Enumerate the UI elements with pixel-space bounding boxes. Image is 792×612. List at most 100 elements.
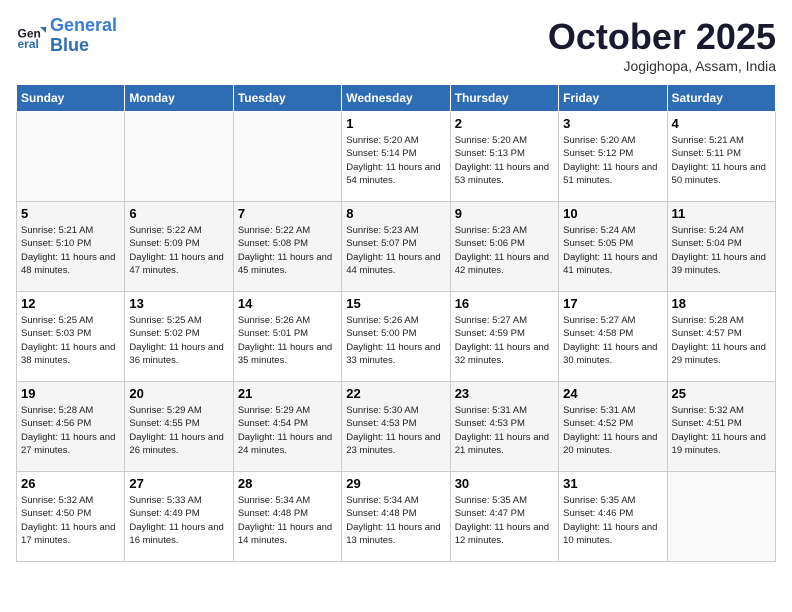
- calendar-cell: 26 Sunrise: 5:32 AMSunset: 4:50 PMDayligh…: [17, 472, 125, 562]
- day-info: Sunrise: 5:26 AMSunset: 5:00 PMDaylight:…: [346, 314, 445, 367]
- calendar-cell: 16Sunrise: 5:27 AMSunset: 4:59 PMDayligh…: [450, 292, 558, 382]
- day-number: 22: [346, 386, 445, 401]
- calendar-week-5: 26 Sunrise: 5:32 AMSunset: 4:50 PMDayligh…: [17, 472, 776, 562]
- calendar-cell: 12 Sunrise: 5:25 AMSunset: 5:03 PMDayligh…: [17, 292, 125, 382]
- calendar-cell: [125, 112, 233, 202]
- calendar-cell: [17, 112, 125, 202]
- header-sunday: Sunday: [17, 85, 125, 112]
- day-number: 9: [455, 206, 554, 221]
- day-number: 6: [129, 206, 228, 221]
- logo-text-line1: General: [50, 16, 117, 36]
- day-number: 15: [346, 296, 445, 311]
- calendar-week-1: 1 Sunrise: 5:20 AMSunset: 5:14 PMDaylight…: [17, 112, 776, 202]
- calendar-cell: 9Sunrise: 5:23 AMSunset: 5:06 PMDaylight…: [450, 202, 558, 292]
- day-number: 10: [563, 206, 662, 221]
- day-number: 17: [563, 296, 662, 311]
- day-number: 14: [238, 296, 337, 311]
- calendar-cell: 14 Sunrise: 5:26 AMSunset: 5:01 PMDayligh…: [233, 292, 341, 382]
- header-wednesday: Wednesday: [342, 85, 450, 112]
- day-info: Sunrise: 5:30 AMSunset: 4:53 PMDaylight:…: [346, 404, 445, 457]
- day-info: Sunrise: 5:22 AMSunset: 5:08 PMDaylight:…: [238, 224, 337, 277]
- day-info: Sunrise: 5:29 AMSunset: 4:55 PMDaylight:…: [129, 404, 228, 457]
- day-number: 7: [238, 206, 337, 221]
- calendar-cell: 28 Sunrise: 5:34 AMSunset: 4:48 PMDayligh…: [233, 472, 341, 562]
- day-number: 4: [672, 116, 771, 131]
- day-info: Sunrise: 5:31 AMSunset: 4:53 PMDaylight:…: [455, 404, 554, 457]
- header-friday: Friday: [559, 85, 667, 112]
- calendar-cell: 17 Sunrise: 5:27 AMSunset: 4:58 PMDayligh…: [559, 292, 667, 382]
- day-number: 20: [129, 386, 228, 401]
- day-number: 24: [563, 386, 662, 401]
- logo-icon: Gen eral: [16, 21, 46, 51]
- svg-text:eral: eral: [18, 37, 39, 51]
- day-info: Sunrise: 5:21 AMSunset: 5:11 PMDaylight:…: [672, 134, 771, 187]
- header-monday: Monday: [125, 85, 233, 112]
- day-number: 31: [563, 476, 662, 491]
- day-info: Sunrise: 5:31 AMSunset: 4:52 PMDaylight:…: [563, 404, 662, 457]
- calendar-cell: 3Sunrise: 5:20 AMSunset: 5:12 PMDaylight…: [559, 112, 667, 202]
- day-info: Sunrise: 5:34 AMSunset: 4:48 PMDaylight:…: [238, 494, 337, 547]
- calendar-week-2: 5Sunrise: 5:21 AMSunset: 5:10 PMDaylight…: [17, 202, 776, 292]
- day-info: Sunrise: 5:21 AMSunset: 5:10 PMDaylight:…: [21, 224, 120, 277]
- day-number: 28: [238, 476, 337, 491]
- day-number: 8: [346, 206, 445, 221]
- day-info: Sunrise: 5:24 AMSunset: 5:05 PMDaylight:…: [563, 224, 662, 277]
- day-info: Sunrise: 5:34 AMSunset: 4:48 PMDaylight:…: [346, 494, 445, 547]
- day-number: 30: [455, 476, 554, 491]
- day-info: Sunrise: 5:29 AMSunset: 4:54 PMDaylight:…: [238, 404, 337, 457]
- calendar-cell: 22 Sunrise: 5:30 AMSunset: 4:53 PMDayligh…: [342, 382, 450, 472]
- day-number: 27: [129, 476, 228, 491]
- day-number: 29: [346, 476, 445, 491]
- calendar-week-3: 12 Sunrise: 5:25 AMSunset: 5:03 PMDayligh…: [17, 292, 776, 382]
- calendar-cell: 31 Sunrise: 5:35 AMSunset: 4:46 PMDayligh…: [559, 472, 667, 562]
- day-info: Sunrise: 5:35 AMSunset: 4:46 PMDaylight:…: [563, 494, 662, 547]
- calendar-header-row: SundayMondayTuesdayWednesdayThursdayFrid…: [17, 85, 776, 112]
- day-info: Sunrise: 5:23 AMSunset: 5:07 PMDaylight:…: [346, 224, 445, 277]
- title-block: October 2025 Jogighopa, Assam, India: [548, 16, 776, 74]
- day-info: Sunrise: 5:25 AMSunset: 5:03 PMDaylight:…: [21, 314, 120, 367]
- calendar-cell: 30 Sunrise: 5:35 AMSunset: 4:47 PMDayligh…: [450, 472, 558, 562]
- day-number: 12: [21, 296, 120, 311]
- calendar-cell: 10 Sunrise: 5:24 AMSunset: 5:05 PMDayligh…: [559, 202, 667, 292]
- day-number: 2: [455, 116, 554, 131]
- logo: Gen eral General Blue: [16, 16, 117, 56]
- day-number: 18: [672, 296, 771, 311]
- day-number: 3: [563, 116, 662, 131]
- day-number: 21: [238, 386, 337, 401]
- header-saturday: Saturday: [667, 85, 775, 112]
- day-info: Sunrise: 5:20 AMSunset: 5:14 PMDaylight:…: [346, 134, 445, 187]
- day-info: Sunrise: 5:32 AMSunset: 4:51 PMDaylight:…: [672, 404, 771, 457]
- calendar-cell: 24 Sunrise: 5:31 AMSunset: 4:52 PMDayligh…: [559, 382, 667, 472]
- day-number: 19: [21, 386, 120, 401]
- calendar-cell: 29 Sunrise: 5:34 AMSunset: 4:48 PMDayligh…: [342, 472, 450, 562]
- day-info: Sunrise: 5:32 AMSunset: 4:50 PMDaylight:…: [21, 494, 120, 547]
- day-number: 16: [455, 296, 554, 311]
- day-info: Sunrise: 5:28 AMSunset: 4:57 PMDaylight:…: [672, 314, 771, 367]
- day-number: 26: [21, 476, 120, 491]
- day-number: 11: [672, 206, 771, 221]
- day-info: Sunrise: 5:26 AMSunset: 5:01 PMDaylight:…: [238, 314, 337, 367]
- calendar-cell: [667, 472, 775, 562]
- calendar-cell: 1 Sunrise: 5:20 AMSunset: 5:14 PMDaylight…: [342, 112, 450, 202]
- header-thursday: Thursday: [450, 85, 558, 112]
- calendar-cell: 15 Sunrise: 5:26 AMSunset: 5:00 PMDayligh…: [342, 292, 450, 382]
- calendar-cell: 13Sunrise: 5:25 AMSunset: 5:02 PMDayligh…: [125, 292, 233, 382]
- day-number: 1: [346, 116, 445, 131]
- calendar-cell: [233, 112, 341, 202]
- day-info: Sunrise: 5:35 AMSunset: 4:47 PMDaylight:…: [455, 494, 554, 547]
- calendar-cell: 8 Sunrise: 5:23 AMSunset: 5:07 PMDaylight…: [342, 202, 450, 292]
- calendar-cell: 7 Sunrise: 5:22 AMSunset: 5:08 PMDaylight…: [233, 202, 341, 292]
- calendar-cell: 18 Sunrise: 5:28 AMSunset: 4:57 PMDayligh…: [667, 292, 775, 382]
- calendar-cell: 21 Sunrise: 5:29 AMSunset: 4:54 PMDayligh…: [233, 382, 341, 472]
- day-number: 23: [455, 386, 554, 401]
- calendar-cell: 25Sunrise: 5:32 AMSunset: 4:51 PMDayligh…: [667, 382, 775, 472]
- day-info: Sunrise: 5:20 AMSunset: 5:13 PMDaylight:…: [455, 134, 554, 187]
- calendar-cell: 11Sunrise: 5:24 AMSunset: 5:04 PMDayligh…: [667, 202, 775, 292]
- day-info: Sunrise: 5:33 AMSunset: 4:49 PMDaylight:…: [129, 494, 228, 547]
- day-info: Sunrise: 5:25 AMSunset: 5:02 PMDaylight:…: [129, 314, 228, 367]
- calendar-cell: 23 Sunrise: 5:31 AMSunset: 4:53 PMDayligh…: [450, 382, 558, 472]
- day-info: Sunrise: 5:27 AMSunset: 4:58 PMDaylight:…: [563, 314, 662, 367]
- day-info: Sunrise: 5:28 AMSunset: 4:56 PMDaylight:…: [21, 404, 120, 457]
- calendar-cell: 27 Sunrise: 5:33 AMSunset: 4:49 PMDayligh…: [125, 472, 233, 562]
- calendar-subtitle: Jogighopa, Assam, India: [548, 58, 776, 74]
